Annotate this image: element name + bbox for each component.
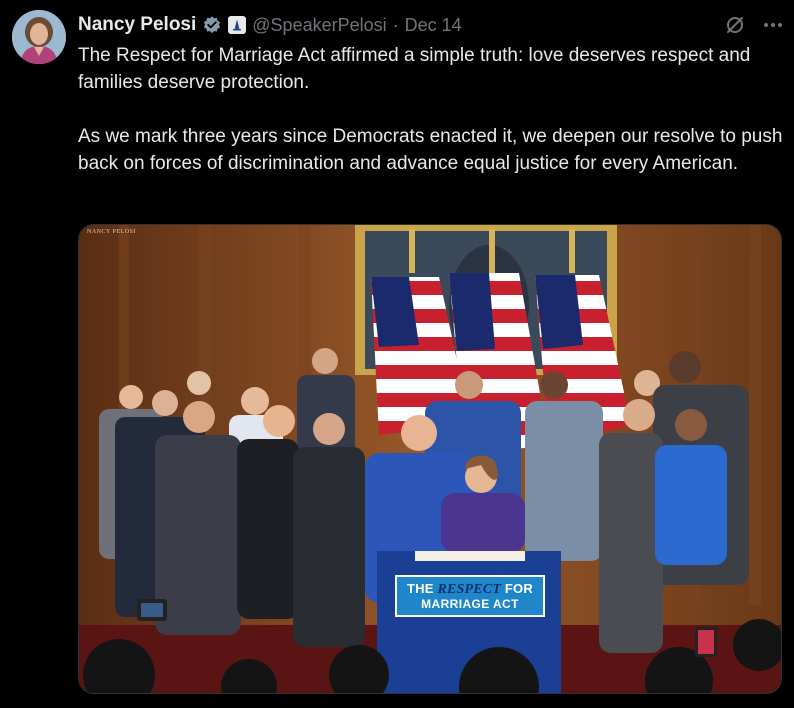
handle[interactable]: @SpeakerPelosi [252,15,386,36]
signing-table-sign: THE RESPECT FOR MARRIAGE ACT [395,575,545,617]
more-icon[interactable] [762,14,784,36]
tweet-header: Nancy Pelosi @SpeakerPelosi · Dec 14 [78,10,784,40]
bill-signing-photo [79,225,781,693]
tweet-paragraph-2: As we mark three years since Democrats e… [78,126,783,174]
tweet-photo[interactable]: NANCY PELOSI THE RESPECT FOR MARRIAGE AC… [78,224,782,694]
government-badge-icon [228,16,247,34]
header-actions [724,14,784,36]
tweet-text: The Respect for Marriage Act affirmed a … [78,42,784,177]
sign-line-2: MARRIAGE ACT [421,596,519,611]
sign-line-1-part-2: FOR [501,580,533,596]
separator-dot: · [392,14,399,35]
display-name[interactable]: Nancy Pelosi [78,14,196,36]
grok-icon[interactable] [724,14,746,36]
post-date[interactable]: Dec 14 [405,15,462,36]
sign-line-1: THE RESPECT FOR [407,581,533,597]
photo-credit-watermark: NANCY PELOSI [87,229,136,235]
sign-line-1-part-1: THE [407,580,438,596]
verified-badge-icon [202,15,222,35]
tweet-card: Nancy Pelosi @SpeakerPelosi · Dec 14 The… [0,0,794,708]
sign-line-1-emphasis: RESPECT [437,581,502,597]
avatar[interactable] [12,10,66,64]
tweet-paragraph-1: The Respect for Marriage Act affirmed a … [78,45,751,93]
